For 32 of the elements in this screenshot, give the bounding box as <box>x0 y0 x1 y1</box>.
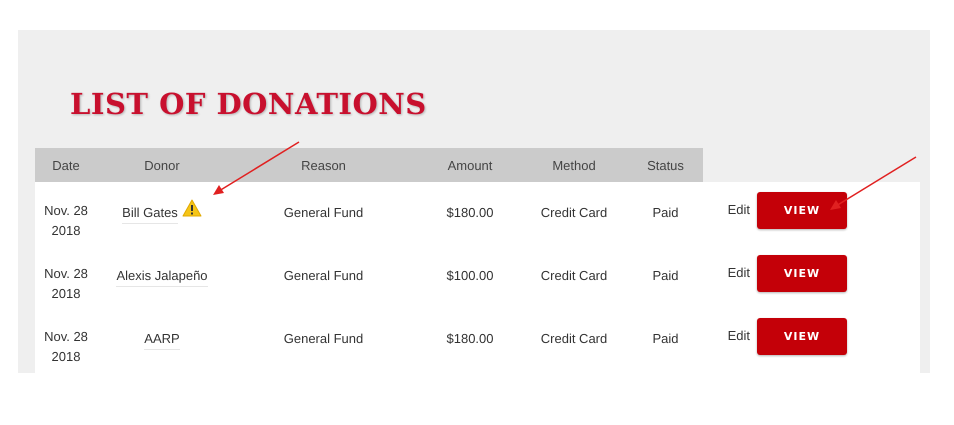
date-cell-text: Nov. 28 2018 <box>43 265 89 303</box>
warning-icon <box>182 199 202 217</box>
reason-cell-text: General Fund <box>282 330 364 348</box>
amount-cell-text: $100.00 <box>446 267 494 285</box>
reason-cell-text: General Fund <box>282 204 364 222</box>
donor-link[interactable]: AARP <box>144 329 180 350</box>
status-cell-text: Paid <box>651 204 680 222</box>
column-header: Amount <box>446 158 494 172</box>
status-cell-text: Paid <box>651 267 680 285</box>
column-header: Method <box>551 158 597 172</box>
view-button[interactable]: VIEW <box>757 255 847 292</box>
amount-cell-text: $180.00 <box>446 330 494 348</box>
status-cell-text: Paid <box>651 330 680 348</box>
page-title: LIST OF DONATIONS <box>69 86 428 123</box>
date-cell-text: Nov. 28 2018 <box>43 202 89 240</box>
donor-link[interactable]: Alexis Jalapeño <box>116 266 208 287</box>
reason-cell-text: General Fund <box>282 267 364 285</box>
method-cell-text: Credit Card <box>540 267 608 285</box>
column-header: Reason <box>300 158 347 172</box>
date-cell-text: Nov. 28 2018 <box>43 328 89 366</box>
method-cell-text: Credit Card <box>540 330 608 348</box>
method-cell-text: Credit Card <box>540 204 608 222</box>
edit-link[interactable]: Edit <box>728 328 750 343</box>
view-button[interactable]: VIEW <box>757 192 847 229</box>
amount-cell-text: $180.00 <box>446 204 494 222</box>
column-header: Status <box>646 158 685 172</box>
column-header: Donor <box>143 158 181 172</box>
donor-link[interactable]: Bill Gates <box>122 203 178 224</box>
view-button[interactable]: VIEW <box>757 318 847 355</box>
edit-link[interactable]: Edit <box>728 265 750 280</box>
column-header: Date <box>51 158 81 172</box>
edit-link[interactable]: Edit <box>728 202 750 217</box>
